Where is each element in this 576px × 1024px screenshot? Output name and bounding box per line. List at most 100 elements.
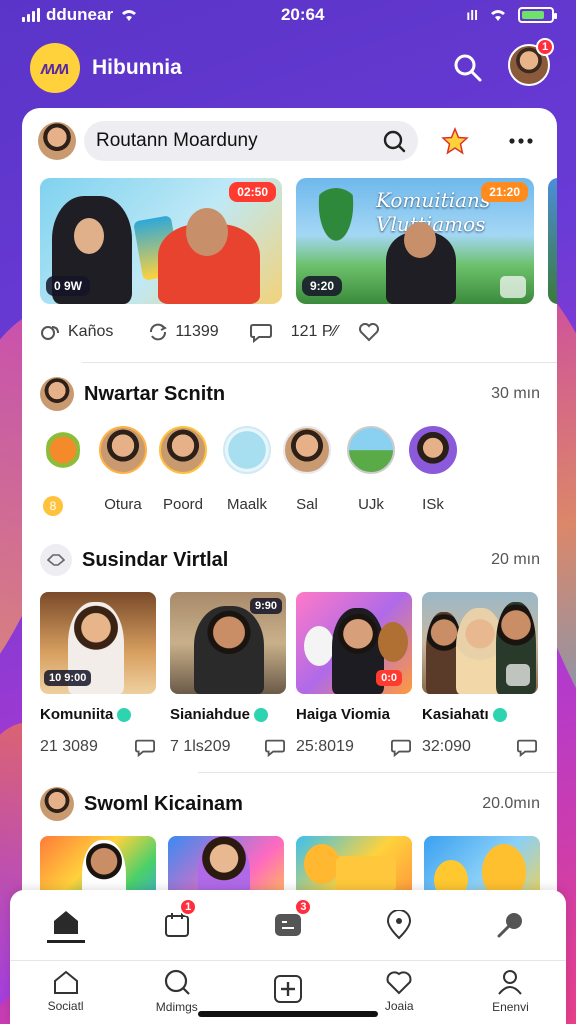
repost-stat[interactable]: 11399 — [147, 321, 219, 343]
video-title: Komuniita — [40, 706, 156, 723]
story-item[interactable]: Maalk — [218, 426, 276, 513]
video-card[interactable]: 10 9:00 Komuniita 21 3089 — [40, 592, 156, 757]
section-title: Nwartar Scnitn — [84, 382, 226, 405]
time-badge: 21:20 — [481, 182, 528, 202]
divider — [198, 772, 557, 773]
comment-icon[interactable] — [134, 737, 156, 757]
story-avatar — [409, 426, 457, 474]
tab-bar: 1 3 Sociatl Mdimgs Joaia Enenvi — [10, 890, 566, 1024]
section-title: Susindar Virtlal — [82, 548, 229, 571]
home-outline-icon — [53, 970, 78, 994]
tab-messages[interactable]: 3 — [232, 898, 343, 952]
section-time: 20 mın — [491, 551, 540, 568]
tab-profile[interactable]: Enenvi — [455, 961, 566, 1020]
section-avatar[interactable] — [40, 787, 74, 821]
time-badge: 02:50 — [229, 182, 276, 202]
tab-location[interactable] — [344, 898, 455, 952]
handshake-icon[interactable] — [40, 544, 72, 576]
story-item[interactable]: UJk — [342, 426, 400, 513]
verified-icon — [117, 707, 132, 722]
featured-card-partial[interactable] — [548, 178, 557, 304]
repost-icon — [150, 323, 168, 341]
story-avatar — [99, 426, 147, 474]
search-input[interactable]: Routann Moarduny — [84, 121, 418, 161]
home-icon — [53, 910, 78, 934]
app-logo[interactable]: ʍʍ — [30, 43, 80, 93]
user-avatar[interactable] — [38, 122, 76, 160]
user-icon — [498, 969, 523, 995]
notification-badge: 1 — [179, 898, 198, 916]
video-title: Sianiahdue — [170, 706, 286, 723]
active-indicator — [46, 939, 85, 943]
carrier-label: ddunear — [46, 5, 114, 24]
story-item[interactable]: 8 — [34, 426, 92, 516]
plush-toy — [304, 626, 334, 666]
more-icon[interactable] — [506, 126, 536, 156]
verified-icon — [254, 707, 269, 722]
share-stat[interactable]: Kaños — [40, 321, 113, 343]
duration-tag: 0 9W — [46, 276, 91, 296]
section-avatar[interactable] — [40, 377, 74, 411]
section-header: Swoml Kicainam 20.0mın — [40, 786, 540, 822]
stories-row: 8 Otura Poord Maalk Sal UJk ISk — [34, 426, 534, 522]
video-card[interactable]: 9:90 Sianiahdue 7 1ls209 — [170, 592, 286, 757]
section-time: 30 mın — [491, 385, 540, 402]
palm-tree — [306, 188, 366, 268]
duration-tag: 10 9:00 — [44, 670, 92, 686]
video-card[interactable]: 0:0 Haiga Viomia 25:8019 — [296, 592, 412, 757]
expand-icon[interactable] — [500, 276, 526, 298]
wifi-icon — [491, 10, 505, 21]
face — [404, 222, 436, 258]
plush-toy — [378, 622, 408, 662]
story-item[interactable]: Sal — [278, 426, 336, 513]
search-icon[interactable] — [452, 52, 484, 84]
story-label: ISk — [422, 496, 444, 513]
home-indicator[interactable] — [198, 1011, 378, 1017]
engagement-stats: Kaños 11399 121 P⁄⁄ — [40, 320, 550, 344]
duration-tag: 0:0 — [376, 670, 402, 686]
expand-icon[interactable] — [506, 664, 530, 686]
tab-edit[interactable] — [455, 898, 566, 952]
status-bar: ddunear 20:64 ıll — [0, 0, 576, 30]
tab-home[interactable] — [10, 898, 121, 952]
app-header: ʍʍ Hibunnia 1 — [30, 38, 554, 94]
story-avatar — [223, 426, 271, 474]
video-title: Haiga Viomia — [296, 706, 390, 723]
comment-icon[interactable] — [249, 321, 273, 343]
comment-icon[interactable] — [264, 737, 286, 757]
app-title: Hibunnia — [92, 56, 182, 79]
story-avatar — [283, 426, 331, 474]
story-label: Sal — [296, 496, 318, 513]
comment-count: 121 P⁄⁄ — [290, 323, 338, 340]
notification-badge: 1 — [536, 38, 554, 56]
comment-icon[interactable] — [516, 737, 538, 757]
tab-social[interactable]: Sociatl — [10, 961, 121, 1020]
featured-card[interactable]: 02:50 0 9W — [40, 178, 282, 304]
tab-row-top: 1 3 — [10, 898, 566, 952]
video-thumbnail — [422, 592, 538, 694]
heart-icon[interactable] — [358, 322, 380, 342]
search-icon — [164, 969, 190, 995]
signal-icon — [22, 8, 40, 22]
story-item[interactable]: Poord — [154, 426, 212, 513]
section-header: Susindar Virtlal 20 mın — [40, 542, 540, 578]
divider — [82, 362, 557, 363]
tab-calendar[interactable]: 1 — [121, 898, 232, 952]
cartoon-character — [304, 844, 340, 884]
story-label: Poord — [162, 496, 204, 513]
star-icon[interactable] — [440, 126, 470, 156]
duration-tag: 9:20 — [302, 276, 343, 296]
video-stats: 32:090 — [422, 737, 538, 757]
story-avatar — [347, 426, 395, 474]
video-card[interactable]: Kasiahatı 32:090 — [422, 592, 538, 757]
story-item[interactable]: Otura — [94, 426, 152, 513]
face — [74, 218, 104, 254]
featured-card[interactable]: Komuitians Vluttiamos 21:20 9:20 — [296, 178, 534, 304]
story-item[interactable]: ISk — [404, 426, 462, 513]
comment-icon[interactable] — [390, 737, 412, 757]
video-thumbnail: 9:90 — [170, 592, 286, 694]
feed-card: Routann Moarduny 02:50 0 9W Komuitians V… — [22, 108, 557, 908]
search-icon[interactable] — [382, 129, 406, 153]
video-row: 10 9:00 Komuniita 21 3089 9:90 Sianiahdu… — [40, 592, 540, 762]
add-icon — [274, 974, 302, 1003]
